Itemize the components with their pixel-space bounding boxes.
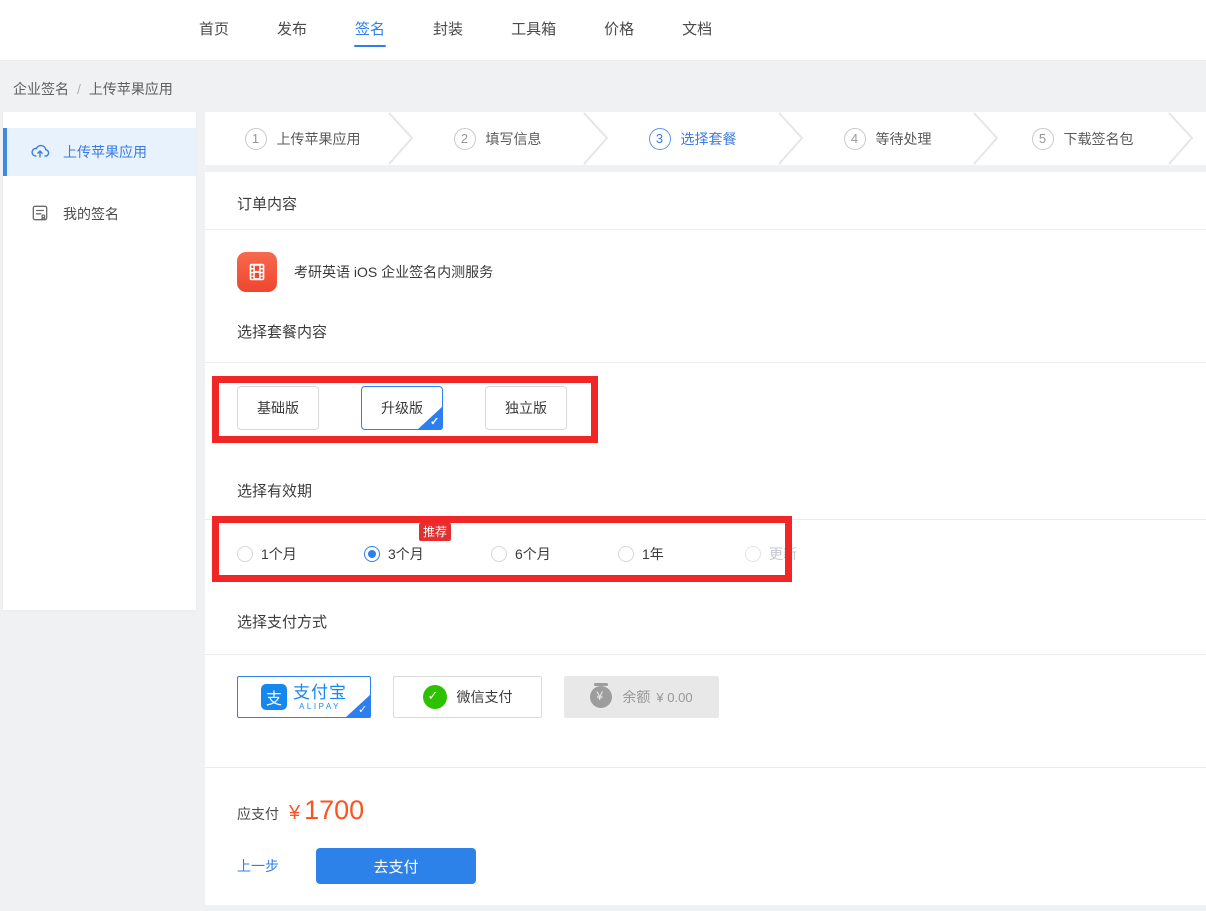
payment-options: 支 支付宝 ALIPAY 微信支付 余额 ¥ 0.00 — [205, 655, 1206, 718]
section-title-validity: 选择有效期 — [205, 430, 1206, 520]
total-currency: ¥ — [289, 802, 300, 825]
radio-icon — [491, 546, 507, 562]
payment-option-wechat[interactable]: 微信支付 — [393, 676, 542, 718]
package-option-upgrade[interactable]: 升级版 — [361, 386, 443, 430]
step-label: 上传苹果应用 — [277, 129, 361, 149]
radio-icon — [364, 546, 380, 562]
radio-icon — [237, 546, 253, 562]
order-app-name: 考研英语 iOS 企业签名内测服务 — [294, 262, 493, 282]
step-number: 3 — [649, 128, 671, 150]
step-label: 填写信息 — [486, 129, 542, 149]
nav-item-publish[interactable]: 发布 — [277, 0, 307, 60]
wechat-pay-icon — [423, 685, 447, 709]
order-app-row: 考研英语 iOS 企业签名内测服务 — [205, 230, 1206, 304]
step-chevron-icon — [973, 112, 999, 165]
step-chevron-icon — [388, 112, 414, 165]
nav-item-docs[interactable]: 文档 — [682, 0, 712, 60]
step-number: 1 — [245, 128, 267, 150]
previous-step-link[interactable]: 上一步 — [237, 856, 279, 876]
steps-bar: 1 上传苹果应用 2 填写信息 3 选择套餐 4 等待处理 5 下载签名包 — [205, 112, 1206, 165]
step-chevron-icon — [583, 112, 609, 165]
radio-label: 6个月 — [515, 544, 551, 564]
sidebar-item-upload-app[interactable]: 上传苹果应用 — [3, 128, 196, 176]
section-title-order: 订单内容 — [205, 172, 1206, 230]
total-row: 应支付 ¥ 1700 — [205, 768, 1206, 826]
step-number: 2 — [454, 128, 476, 150]
sidebar-item-my-signatures[interactable]: 我的签名 — [3, 190, 196, 238]
step-label: 选择套餐 — [681, 129, 737, 149]
package-options: 基础版 升级版 独立版 — [205, 363, 1206, 430]
step-upload: 1 上传苹果应用 — [205, 112, 400, 165]
balance-amount: ¥ 0.00 — [656, 690, 692, 705]
step-download: 5 下载签名包 — [985, 112, 1180, 165]
selected-check-icon — [345, 694, 371, 718]
main-nav: 首页 发布 签名 封装 工具箱 价格 文档 — [0, 0, 1206, 60]
radio-icon — [745, 546, 761, 562]
step-chevron-icon — [778, 112, 804, 165]
film-icon — [237, 252, 277, 292]
validity-option-1month[interactable]: 1个月 — [237, 544, 364, 564]
step-chevron-icon — [1168, 112, 1194, 165]
breadcrumb-current: 上传苹果应用 — [89, 81, 173, 97]
signature-doc-icon — [30, 203, 50, 226]
package-option-standalone[interactable]: 独立版 — [485, 386, 567, 430]
radio-icon — [618, 546, 634, 562]
radio-label: 3个月 — [388, 544, 424, 564]
sidebar-item-label: 我的签名 — [63, 204, 119, 224]
breadcrumb-separator: / — [77, 81, 81, 97]
nav-item-toolbox[interactable]: 工具箱 — [511, 0, 556, 60]
radio-label: 1年 — [642, 544, 664, 564]
step-number: 4 — [844, 128, 866, 150]
page: 首页 发布 签名 封装 工具箱 价格 文档 企业签名 / 上传苹果应用 上传苹果应用 — [0, 0, 1206, 911]
validity-option-renew: 更新 — [745, 544, 872, 564]
order-panel: 订单内容 考研英语 iOS 企业签名内测服务 选择 — [205, 172, 1206, 905]
nav-item-package[interactable]: 封装 — [433, 0, 463, 60]
validity-option-6months[interactable]: 6个月 — [491, 544, 618, 564]
section-title-payment: 选择支付方式 — [205, 564, 1206, 655]
alipay-wordmark: 支付宝 ALIPAY — [293, 684, 347, 711]
nav-item-home[interactable]: 首页 — [199, 0, 229, 60]
package-option-basic[interactable]: 基础版 — [237, 386, 319, 430]
nav-item-price[interactable]: 价格 — [604, 0, 634, 60]
section-title-package: 选择套餐内容 — [205, 304, 1206, 363]
payment-option-balance: 余额 ¥ 0.00 — [564, 676, 719, 718]
balance-label: 余额 — [622, 687, 650, 707]
total-label: 应支付 — [237, 804, 279, 824]
nav-item-sign[interactable]: 签名 — [355, 0, 385, 60]
cloud-upload-icon — [30, 141, 50, 164]
sidebar: 上传苹果应用 我的签名 — [3, 112, 196, 610]
breadcrumb-root[interactable]: 企业签名 — [13, 81, 69, 97]
wechat-label: 微信支付 — [457, 687, 513, 707]
step-waiting: 4 等待处理 — [790, 112, 985, 165]
step-number: 5 — [1032, 128, 1054, 150]
actions-row: 上一步 去支付 — [205, 826, 1206, 884]
radio-label: 1个月 — [261, 544, 297, 564]
validity-option-1year[interactable]: 1年 — [618, 544, 745, 564]
step-label: 下载签名包 — [1064, 129, 1134, 149]
money-bag-icon — [590, 686, 612, 708]
step-choose-plan: 3 选择套餐 — [595, 112, 790, 165]
radio-label: 更新 — [769, 544, 797, 564]
sidebar-item-label: 上传苹果应用 — [63, 142, 147, 162]
validity-options: 1个月 3个月 6个月 1年 更新 — [205, 520, 1206, 564]
top-navbar: 首页 发布 签名 封装 工具箱 价格 文档 — [0, 0, 1206, 61]
recommend-badge: 推荐 — [419, 523, 451, 541]
breadcrumb: 企业签名 / 上传苹果应用 — [13, 79, 173, 99]
validity-option-3months[interactable]: 3个月 — [364, 544, 491, 564]
step-label: 等待处理 — [876, 129, 932, 149]
go-pay-button[interactable]: 去支付 — [316, 848, 476, 884]
payment-option-alipay[interactable]: 支 支付宝 ALIPAY — [237, 676, 371, 718]
total-amount: 1700 — [304, 795, 364, 826]
alipay-icon: 支 — [261, 684, 287, 710]
step-fill-info: 2 填写信息 — [400, 112, 595, 165]
selected-check-icon — [417, 406, 443, 430]
